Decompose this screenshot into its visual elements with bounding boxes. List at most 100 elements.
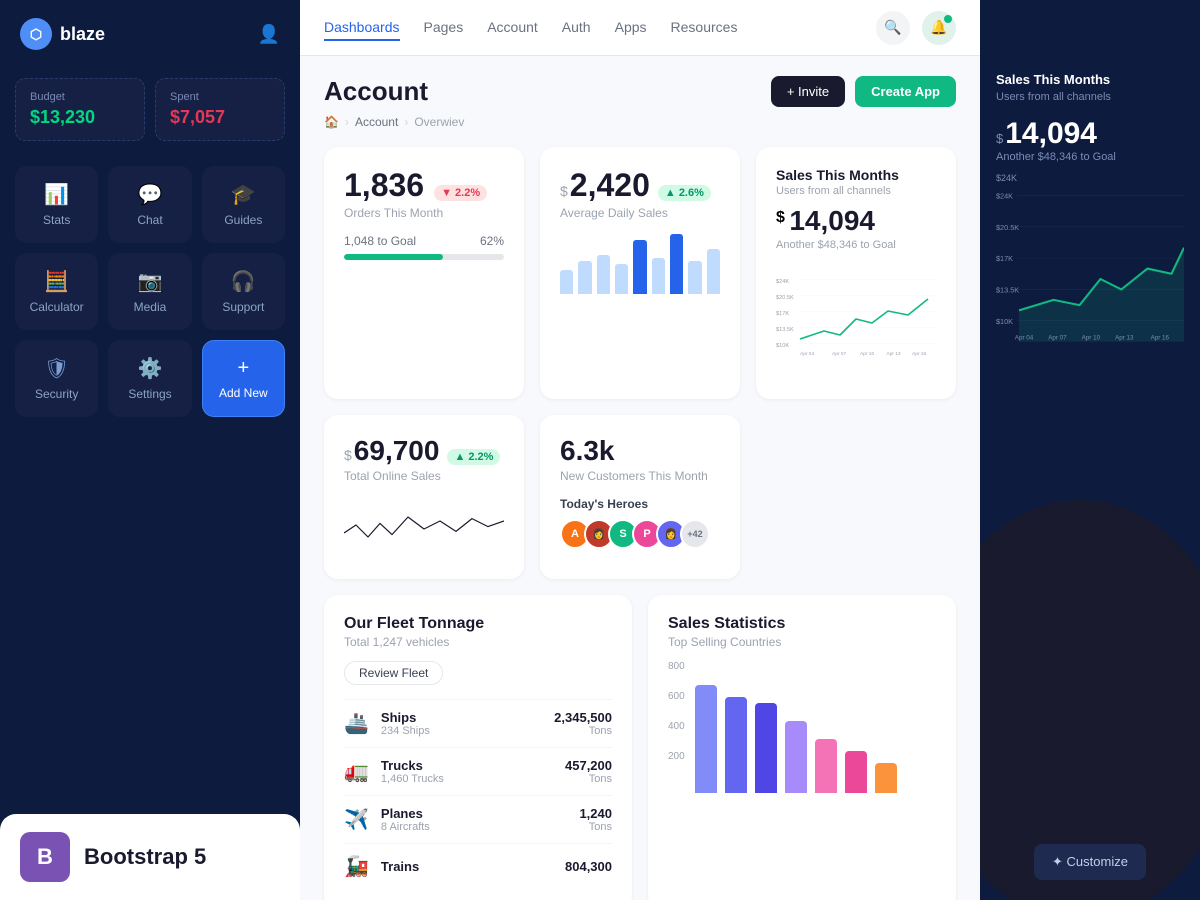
sales-month-value: 14,094 (789, 205, 875, 236)
fleet-trains-val: 804,300 (565, 859, 612, 874)
svg-text:$13.5K: $13.5K (776, 327, 794, 333)
heroes-title: Today's Heroes (560, 497, 720, 511)
sidebar-item-settings[interactable]: ⚙️ Settings (108, 340, 191, 417)
vbar-5 (815, 739, 837, 793)
logo-icon: ⬡ (20, 18, 52, 50)
topnav-link-resources[interactable]: Resources (671, 15, 738, 41)
fleet-trains-info: Trains (381, 859, 419, 874)
ships-icon: 🚢 (344, 711, 369, 736)
review-fleet-button[interactable]: Review Fleet (344, 661, 443, 685)
svg-text:Apr 07: Apr 07 (1048, 335, 1067, 342)
sidebar-item-media[interactable]: 📷 Media (108, 253, 191, 330)
guides-icon: 🎓 (231, 182, 256, 207)
sidebar-item-support[interactable]: 🎧 Support (202, 253, 285, 330)
fleet-planes-sub: 8 Aircrafts (381, 821, 430, 833)
online-sales-value: 69,700 (354, 435, 440, 467)
stats-grid: 1,836 ▼ 2.2% Orders This Month 1,048 to … (324, 147, 956, 399)
right-panel: Sales This Months Users from all channel… (980, 0, 1200, 900)
budget-row: Budget $13,230 Spent $7,057 (0, 68, 300, 156)
topnav-link-auth[interactable]: Auth (562, 15, 591, 41)
sidebar-item-guides-label: Guides (224, 213, 262, 227)
support-icon: 🎧 (231, 269, 256, 294)
svg-text:Apr 04: Apr 04 (1015, 335, 1034, 342)
y-label-400: 400 (668, 721, 685, 732)
page-content: Account + Invite Create App 🏠 › Account … (300, 56, 980, 900)
fleet-ships-num: 2,345,500 (554, 710, 612, 725)
breadcrumb-sep2: › (404, 115, 408, 129)
trucks-icon: 🚛 (344, 759, 369, 784)
dark-blob (980, 500, 1200, 900)
svg-text:$10K: $10K (776, 343, 789, 349)
vbar-7 (875, 763, 897, 793)
vbar-3 (755, 703, 777, 793)
sales-month-sub: Users from all channels (776, 185, 936, 197)
bar-4 (615, 264, 628, 294)
bar-2 (578, 261, 591, 294)
svg-text:Apr 07: Apr 07 (832, 351, 846, 357)
main-content: Dashboards Pages Account Auth Apps Resou… (300, 0, 980, 900)
rp-y-labels: $24K (996, 173, 1184, 183)
wavy-svg (344, 499, 504, 559)
customize-button[interactable]: ✦ Customize (1034, 844, 1146, 880)
fleet-planes-unit: Tons (579, 821, 612, 833)
sales-stats-card: Sales Statistics Top Selling Countries 8… (648, 595, 956, 900)
svg-text:$20.5K: $20.5K (996, 223, 1019, 232)
stats-grid2: $ 69,700 ▲ 2.2% Total Online Sales 6.3k … (324, 415, 956, 579)
budget-value: $13,230 (30, 107, 130, 128)
svg-text:Apr 16: Apr 16 (912, 351, 926, 357)
sidebar-item-security[interactable]: 🛡 Security (15, 340, 98, 417)
sidebar-menu-icon[interactable]: 👤 (258, 24, 280, 45)
sidebar-item-chat[interactable]: 💬 Chat (108, 166, 191, 243)
breadcrumb-sep1: › (345, 115, 349, 129)
fleet-sub: Total 1,247 vehicles (344, 635, 612, 649)
fleet-row-planes: ✈️ Planes 8 Aircrafts 1,240 Tons (344, 795, 612, 843)
sidebar-item-calculator[interactable]: 🧮 Calculator (15, 253, 98, 330)
topnav-link-dashboards[interactable]: Dashboards (324, 15, 400, 41)
notification-button[interactable]: 🔔 (922, 11, 956, 45)
create-app-button[interactable]: Create App (855, 76, 956, 107)
topnav-link-account[interactable]: Account (487, 15, 538, 41)
calculator-icon: 🧮 (44, 269, 69, 294)
fleet-row-trains: 🚂 Trains 804,300 (344, 843, 612, 889)
right-panel-content: Sales This Months Users from all channel… (980, 0, 1200, 373)
sidebar-item-security-label: Security (35, 387, 78, 401)
page-title-row: Account + Invite Create App (324, 76, 956, 107)
sidebar-item-guides[interactable]: 🎓 Guides (202, 166, 285, 243)
sales-line-chart-svg: $24K $20.5K $17K $13.5K $10K Apr 04 (776, 259, 936, 379)
bar-5 (633, 240, 646, 294)
y-label-600: 600 (668, 691, 685, 702)
svg-text:$24K: $24K (996, 192, 1013, 201)
fleet-row-ships: 🚢 Ships 234 Ships 2,345,500 Tons (344, 699, 612, 747)
daily-sales-badge: ▲ 2.6% (658, 185, 711, 201)
online-sales-badge: ▲ 2.2% (447, 449, 500, 465)
sidebar-item-settings-label: Settings (128, 387, 171, 401)
bar-8 (688, 261, 701, 294)
fleet-trucks-unit: Tons (565, 773, 612, 785)
sidebar-item-stats[interactable]: 📊 Stats (15, 166, 98, 243)
breadcrumb-account[interactable]: Account (355, 115, 398, 129)
sales-stats-sub: Top Selling Countries (668, 635, 936, 649)
search-button[interactable]: 🔍 (876, 11, 910, 45)
fleet-card: Our Fleet Tonnage Total 1,247 vehicles R… (324, 595, 632, 900)
bar-6 (652, 258, 665, 294)
topnav: Dashboards Pages Account Auth Apps Resou… (300, 0, 980, 56)
sidebar-item-add-new[interactable]: + Add New (202, 340, 285, 417)
sidebar-item-add-new-label: Add New (219, 386, 268, 400)
new-customers-value: 6.3k (560, 435, 615, 467)
svg-text:$10K: $10K (996, 317, 1013, 326)
online-sales-label: Total Online Sales (344, 469, 504, 483)
invite-button[interactable]: + Invite (771, 76, 845, 107)
rp-y-24k: $24K (996, 173, 1017, 183)
vbar-1 (695, 685, 717, 793)
stats-icon: 📊 (44, 182, 69, 207)
goal-text: 1,048 to Goal (344, 234, 416, 248)
budget-card: Budget $13,230 (15, 78, 145, 141)
sales-goal-text: Another $48,346 to Goal (776, 239, 936, 251)
settings-icon: ⚙️ (138, 356, 163, 381)
topnav-link-apps[interactable]: Apps (615, 15, 647, 41)
daily-sales-chart (560, 234, 720, 294)
add-new-icon: + (237, 357, 249, 380)
wavy-chart (344, 499, 504, 559)
topnav-link-pages[interactable]: Pages (424, 15, 464, 41)
spent-value: $7,057 (170, 107, 270, 128)
